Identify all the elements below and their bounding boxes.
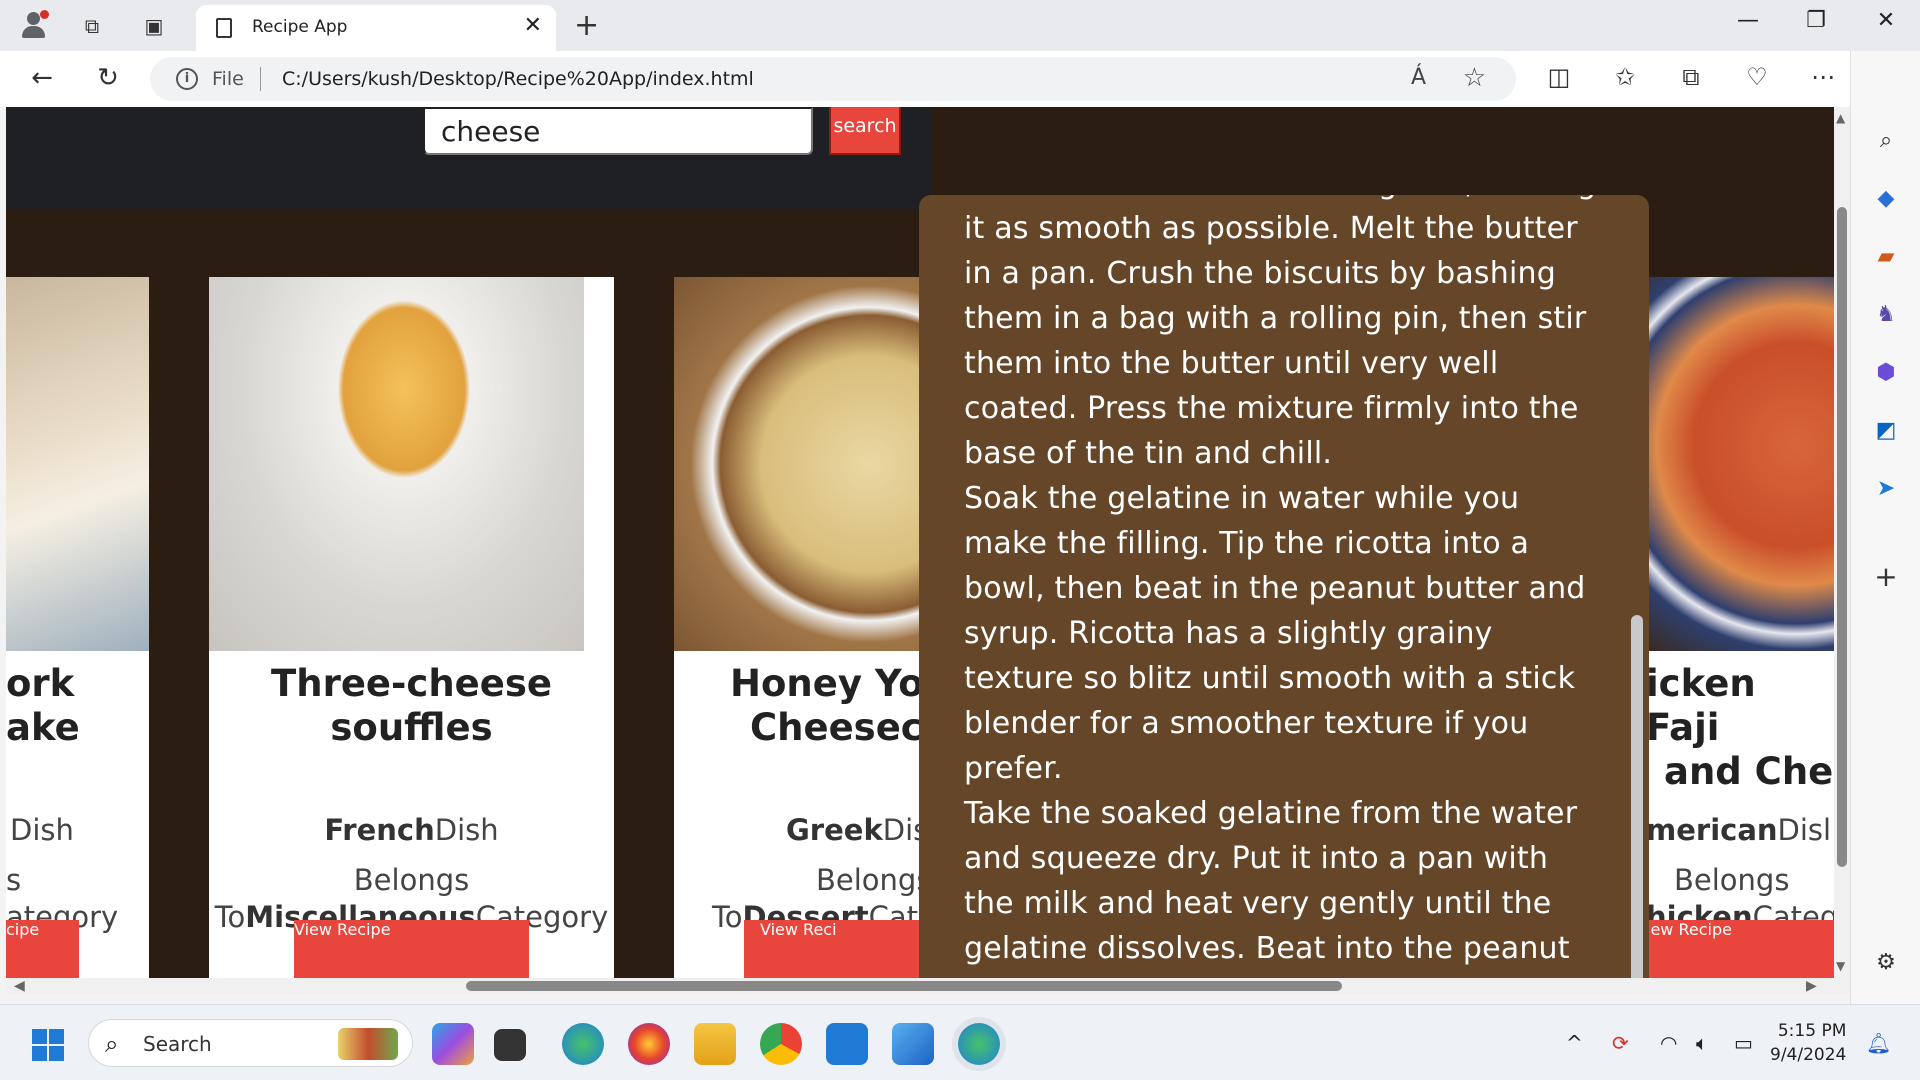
taskbar-search-label: Search <box>143 1032 212 1056</box>
recipe-card: Three-cheese souffles FrenchDish Belongs … <box>209 277 614 978</box>
recipe-cuisine: mericanDisl <box>1646 813 1832 847</box>
browser-tab-strip: ⧉ ▣ Recipe App ✕ + — ❐ ✕ <box>0 0 1920 51</box>
restore-button[interactable]: ❐ <box>1796 8 1836 33</box>
recipe-image <box>1646 277 1834 651</box>
close-window-button[interactable]: ✕ <box>1866 8 1906 33</box>
recipe-card: icken Faji and Che mericanDisl Belongs hi… <box>1646 277 1834 978</box>
address-scheme-label: File <box>212 68 244 90</box>
games-icon[interactable]: ♞ <box>1869 297 1903 331</box>
instruction-step: Take the soaked gelatine from the water … <box>964 796 1578 966</box>
clock-date: 9/4/2024 <box>1770 1045 1847 1065</box>
edge-active-app-icon[interactable] <box>958 1023 1000 1065</box>
close-tab-icon[interactable]: ✕ <box>524 13 542 38</box>
split-screen-icon[interactable]: ◫ <box>1542 63 1576 91</box>
horizontal-scroll-thumb[interactable] <box>466 981 1342 991</box>
scroll-left-arrow-icon[interactable]: ◀ <box>14 978 25 994</box>
send-icon[interactable]: ➤ <box>1869 471 1903 505</box>
recipe-image <box>674 277 934 651</box>
wifi-icon[interactable]: ◠ <box>1660 1031 1677 1055</box>
shopping-tag-icon[interactable]: ◆ <box>1869 181 1903 215</box>
instruction-step: Soak the gelatine in water while you mak… <box>964 481 1586 786</box>
url-text[interactable]: C:/Users/kush/Desktop/Recipe%20App/index… <box>282 68 754 90</box>
instruction-step: bottomed cake tin with cling film, makin… <box>964 195 1596 471</box>
search-input[interactable] <box>423 107 813 155</box>
battery-icon[interactable]: ▭ <box>1734 1031 1753 1055</box>
recipe-instructions: bottomed cake tin with cling film, makin… <box>964 195 1604 971</box>
search-icon[interactable]: ⌕ <box>1869 123 1903 157</box>
new-tab-button[interactable]: + <box>574 8 599 43</box>
recipe-card: Honey Yo Cheeseca GreekDis Belongs ToDess… <box>674 277 934 978</box>
page-icon <box>216 18 232 38</box>
address-bar[interactable]: i File C:/Users/kush/Desktop/Recipe%20Ap… <box>150 57 1516 101</box>
recipe-image <box>6 277 149 651</box>
scroll-up-arrow-icon[interactable]: ▲ <box>1836 111 1845 125</box>
clock-time: 5:15 PM <box>1777 1021 1847 1041</box>
minimize-button[interactable]: — <box>1728 8 1768 33</box>
system-clock[interactable]: 5:15 PM 9/4/2024 <box>1770 1019 1846 1067</box>
view-recipe-button[interactable]: cipe <box>6 920 79 978</box>
notifications-bell-icon[interactable]: 🔔︎ <box>1866 1031 1891 1055</box>
view-recipe-button[interactable]: View Recipe <box>294 920 529 978</box>
taskbar-search-box[interactable]: ⌕ Search <box>88 1019 413 1067</box>
read-aloud-icon[interactable]: Á <box>1411 65 1426 90</box>
page-content: search orkake Dish s ategory Three-chees… <box>6 107 1834 978</box>
profile-avatar-icon[interactable] <box>18 10 49 40</box>
copilot-app-icon[interactable] <box>432 1023 474 1065</box>
view-recipe-button[interactable]: iew Recipe <box>1646 920 1834 978</box>
recipe-instructions-popup[interactable]: bottomed cake tin with cling film, makin… <box>919 195 1649 978</box>
search-icon: ⌕ <box>105 1030 119 1058</box>
sync-status-icon[interactable]: ⟳ <box>1612 1031 1629 1055</box>
recipe-name: ork ake <box>6 662 80 749</box>
horizontal-scrollbar[interactable]: ◀ ▶ <box>6 978 1850 994</box>
add-sidebar-app-icon[interactable]: + <box>1869 559 1903 593</box>
vertical-scrollbar[interactable]: ▲ ▼ <box>1834 107 1850 978</box>
vertical-scroll-thumb[interactable] <box>1837 207 1847 867</box>
microsoft-365-icon[interactable]: ⬢ <box>1869 355 1903 389</box>
favorite-star-icon[interactable]: ☆ <box>1463 63 1486 93</box>
recipe-cuisine: GreekDis <box>786 813 929 847</box>
scroll-right-arrow-icon[interactable]: ▶ <box>1806 978 1817 994</box>
windows-start-icon[interactable] <box>32 1029 64 1061</box>
tab-title: Recipe App <box>252 17 348 37</box>
collections-icon[interactable]: ⧉ <box>1674 63 1708 91</box>
settings-gear-icon[interactable]: ⚙ <box>1869 945 1903 979</box>
back-button[interactable]: ← <box>24 63 60 93</box>
recipe-name: Honey Yo Cheeseca <box>730 662 934 749</box>
show-hidden-icons-chevron-icon[interactable]: ^ <box>1566 1031 1583 1055</box>
windows-taskbar: ⌕ Search ^ ⟳ ◠ 🔈︎ ▭ 5:15 PM 9/4/2024 🔔︎ <box>0 1004 1920 1080</box>
recipe-name: icken Faji and Che <box>1646 662 1834 793</box>
tab-recipe-app[interactable]: Recipe App ✕ <box>196 5 556 51</box>
popup-scrollbar[interactable] <box>1631 615 1643 978</box>
tools-icon[interactable]: ▰ <box>1869 239 1903 273</box>
edge-sidebar: ⌕ ◆ ▰ ♞ ⬢ ◩ ➤ + ⚙ <box>1850 51 1920 1004</box>
task-view-icon[interactable] <box>494 1029 526 1061</box>
divider <box>260 67 261 91</box>
recipe-name: Three-cheese souffles <box>271 662 552 749</box>
browser-essentials-icon[interactable]: ♡ <box>1740 63 1774 91</box>
scroll-down-arrow-icon[interactable]: ▼ <box>1836 959 1845 973</box>
recipe-cuisine: FrenchDish <box>324 813 499 847</box>
firefox-app-icon[interactable] <box>628 1023 670 1065</box>
volume-icon[interactable]: 🔈︎ <box>1696 1031 1708 1055</box>
recipe-image <box>209 277 584 651</box>
view-recipe-button[interactable]: View Reci <box>744 920 934 978</box>
favorites-icon[interactable]: ✩ <box>1608 63 1642 91</box>
refresh-button[interactable]: ↻ <box>90 63 126 93</box>
tab-actions-icon[interactable]: ▣ <box>140 12 168 40</box>
workspaces-icon[interactable]: ⧉ <box>78 12 106 40</box>
search-header: search <box>6 107 931 209</box>
photos-app-icon[interactable] <box>892 1023 934 1065</box>
file-explorer-icon[interactable] <box>694 1023 736 1065</box>
recipe-card: ork ake Dish s ategory <box>6 277 149 978</box>
chrome-app-icon[interactable] <box>760 1023 802 1065</box>
recipe-cuisine: Dish <box>10 813 74 847</box>
search-highlight-icon <box>338 1028 398 1060</box>
address-toolbar: ← ↻ i File C:/Users/kush/Desktop/Recipe%… <box>0 51 1920 107</box>
edge-app-icon[interactable] <box>562 1023 604 1065</box>
info-icon[interactable]: i <box>176 68 198 90</box>
search-button[interactable]: search <box>829 107 901 155</box>
vscode-app-icon[interactable] <box>826 1023 868 1065</box>
outlook-icon[interactable]: ◩ <box>1869 413 1903 447</box>
more-menu-icon[interactable]: ⋯ <box>1806 63 1840 91</box>
